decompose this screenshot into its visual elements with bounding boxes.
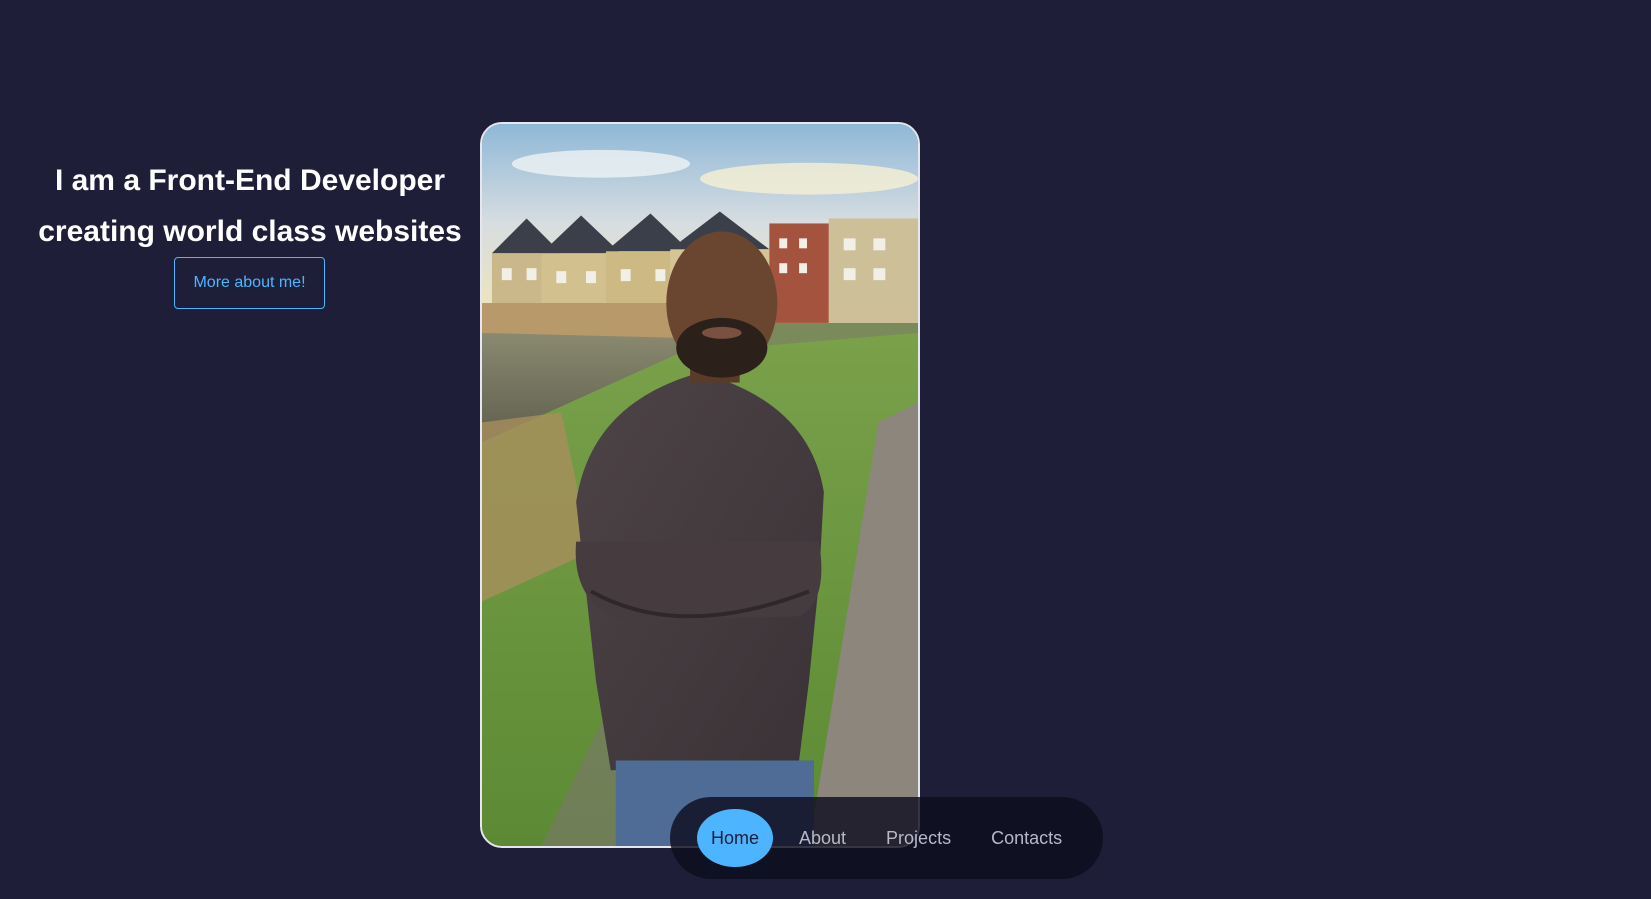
portrait-illustration — [482, 124, 918, 846]
nav-item-about[interactable]: About — [785, 809, 860, 867]
hero-title: I am a Front-End Developer creating worl… — [30, 155, 470, 257]
nav-item-home[interactable]: Home — [697, 809, 773, 867]
hero-title-line1: I am a Front-End Developer — [54, 164, 446, 197]
hero-section: I am a Front-End Developer creating worl… — [30, 155, 470, 257]
page: I am a Front-End Developer creating worl… — [0, 0, 1651, 899]
more-about-me-button[interactable]: More about me! — [174, 257, 325, 309]
nav-item-contacts[interactable]: Contacts — [977, 809, 1076, 867]
bottom-nav: Home About Projects Contacts — [670, 797, 1103, 879]
nav-item-projects[interactable]: Projects — [872, 809, 965, 867]
hero-title-line2: creating world class websites — [38, 215, 462, 248]
portrait-photo — [480, 122, 920, 848]
